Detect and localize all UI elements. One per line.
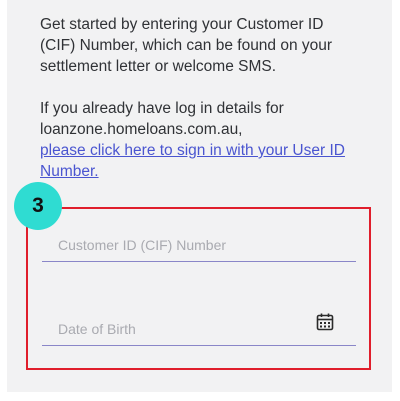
intro-line: loanzone.homeloans.com.au, — [40, 121, 243, 138]
customer-id-field[interactable]: Customer ID (CIF) Number — [42, 232, 356, 262]
intro-text: Get started by entering your Customer ID… — [40, 14, 370, 182]
date-of-birth-field[interactable]: Date of Birth — [42, 313, 356, 346]
calendar-icon[interactable] — [316, 313, 334, 331]
step-number-badge: 3 — [14, 182, 62, 230]
sign-in-link-continued[interactable]: Number. — [40, 163, 99, 180]
intro-line: If you already have log in details for — [40, 100, 284, 117]
customer-id-placeholder: Customer ID (CIF) Number — [58, 237, 227, 253]
sign-in-link[interactable]: please click here to sign in with your U… — [40, 142, 345, 159]
intro-line: (CIF) Number, which can be found on your — [40, 37, 333, 54]
date-of-birth-placeholder: Date of Birth — [58, 321, 136, 337]
intro-line: Get started by entering your Customer ID — [40, 16, 324, 33]
intro-line: settlement letter or welcome SMS. — [40, 58, 277, 75]
